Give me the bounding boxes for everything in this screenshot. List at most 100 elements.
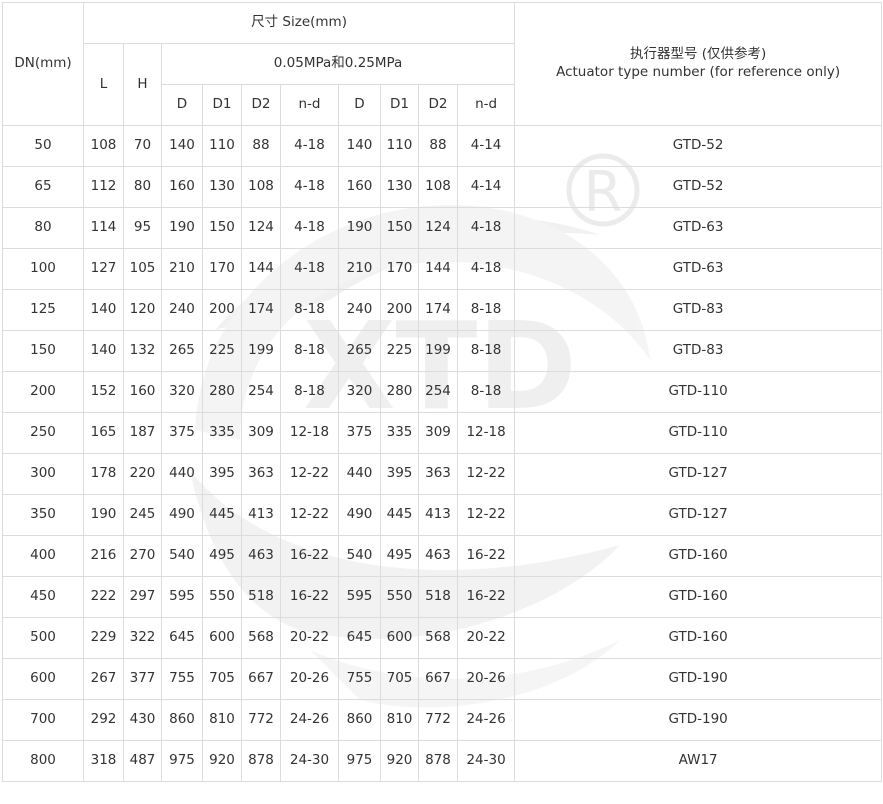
cell-d1: 130 <box>380 166 419 208</box>
cell-dn: 250 <box>2 412 84 454</box>
cell-h: 297 <box>123 576 162 618</box>
cell-l: 152 <box>83 371 124 413</box>
table-row: 500 229 322 645 600 568 20-22 645 600 568 20-22 GTD… <box>2 617 883 659</box>
table-row: 100 127 105 210 170 144 4-18 210 170 144 4-18 GTD-6… <box>2 248 883 290</box>
cell-n-d: 4-18 <box>280 125 339 167</box>
table-row: 250 165 187 375 335 309 12-18 375 335 309 12-18 GTD… <box>2 412 883 454</box>
cell-d2: 878 <box>241 740 281 782</box>
cell-actuator: GTD-127 <box>514 453 883 495</box>
cell-d: 755 <box>338 658 381 700</box>
cell-d1: 280 <box>380 371 419 413</box>
cell-dn: 700 <box>2 699 84 741</box>
cell-l: 216 <box>83 535 124 577</box>
cell-d: 440 <box>161 453 203 495</box>
table-row: 350 190 245 490 445 413 12-22 490 445 413 12-22 GTD… <box>2 494 883 536</box>
cell-l: 140 <box>83 330 124 372</box>
cell-d: 375 <box>161 412 203 454</box>
cell-d1: 335 <box>202 412 242 454</box>
cell-n-d: 4-18 <box>456 248 516 290</box>
cell-d2: 144 <box>241 248 281 290</box>
cell-n-d: 24-26 <box>280 699 339 741</box>
cell-h: 80 <box>123 166 162 208</box>
cell-d: 265 <box>338 330 381 372</box>
cell-n-d: 8-18 <box>456 330 516 372</box>
cell-n-d: 8-18 <box>456 371 516 413</box>
cell-actuator: GTD-52 <box>514 125 883 167</box>
cell-d: 265 <box>161 330 203 372</box>
cell-n-d: 16-22 <box>456 576 516 618</box>
table-row: 125 140 120 240 200 174 8-18 240 200 174 8-18 GTD-8… <box>2 289 883 331</box>
cell-d2: 254 <box>241 371 281 413</box>
cell-h: 487 <box>123 740 162 782</box>
subheader-n-d: n-d <box>280 84 339 126</box>
cell-d2: 772 <box>418 699 458 741</box>
cell-d: 540 <box>338 535 381 577</box>
cell-l: 222 <box>83 576 124 618</box>
cell-h: 70 <box>123 125 162 167</box>
cell-n-d: 20-22 <box>280 617 339 659</box>
cell-d2: 254 <box>418 371 458 413</box>
cell-d: 595 <box>338 576 381 618</box>
subheader-d: D <box>338 84 381 126</box>
cell-actuator: GTD-52 <box>514 166 883 208</box>
cell-n-d: 16-22 <box>280 576 339 618</box>
table-row: 50 108 70 140 110 88 4-18 140 110 88 4-14 GTD-52 <box>2 125 883 167</box>
cell-actuator: GTD-83 <box>514 289 883 331</box>
cell-d: 210 <box>338 248 381 290</box>
cell-d1: 200 <box>202 289 242 331</box>
cell-h: 270 <box>123 535 162 577</box>
cell-d2: 363 <box>241 453 281 495</box>
cell-dn: 150 <box>2 330 84 372</box>
cell-d1: 705 <box>202 658 242 700</box>
cell-d: 440 <box>338 453 381 495</box>
cell-n-d: 20-26 <box>456 658 516 700</box>
cell-actuator: AW17 <box>514 740 883 782</box>
cell-d2: 878 <box>418 740 458 782</box>
cell-n-d: 4-18 <box>456 207 516 249</box>
cell-d: 240 <box>161 289 203 331</box>
cell-dn: 300 <box>2 453 84 495</box>
cell-d: 490 <box>338 494 381 536</box>
cell-d2: 309 <box>418 412 458 454</box>
cell-d1: 225 <box>202 330 242 372</box>
table-row: 450 222 297 595 550 518 16-22 595 550 518 16-22 GTD… <box>2 576 883 618</box>
cell-d2: 413 <box>241 494 281 536</box>
cell-d1: 445 <box>202 494 242 536</box>
cell-d1: 110 <box>380 125 419 167</box>
cell-l: 229 <box>83 617 124 659</box>
cell-n-d: 12-18 <box>456 412 516 454</box>
cell-d: 190 <box>161 207 203 249</box>
cell-n-d: 8-18 <box>280 330 339 372</box>
cell-d2: 309 <box>241 412 281 454</box>
cell-dn: 800 <box>2 740 84 782</box>
cell-actuator: GTD-110 <box>514 371 883 413</box>
actuator-header: 执行器型号 (仅供参考) Actuator type number (for r… <box>514 2 883 126</box>
cell-d2: 124 <box>418 207 458 249</box>
cell-d2: 518 <box>241 576 281 618</box>
cell-dn: 65 <box>2 166 84 208</box>
cell-d: 860 <box>338 699 381 741</box>
cell-d1: 550 <box>380 576 419 618</box>
cell-n-d: 12-22 <box>456 494 516 536</box>
h-header: H <box>123 43 162 126</box>
cell-d1: 110 <box>202 125 242 167</box>
cell-d: 490 <box>161 494 203 536</box>
cell-d1: 810 <box>380 699 419 741</box>
cell-d2: 144 <box>418 248 458 290</box>
cell-d2: 568 <box>241 617 281 659</box>
cell-dn: 450 <box>2 576 84 618</box>
cell-d2: 667 <box>241 658 281 700</box>
cell-d2: 124 <box>241 207 281 249</box>
cell-l: 127 <box>83 248 124 290</box>
cell-d: 595 <box>161 576 203 618</box>
cell-l: 140 <box>83 289 124 331</box>
subheader-d1: D1 <box>380 84 419 126</box>
cell-d2: 518 <box>418 576 458 618</box>
cell-actuator: GTD-160 <box>514 617 883 659</box>
subheader-d: D <box>161 84 203 126</box>
cell-n-d: 16-22 <box>280 535 339 577</box>
cell-n-d: 24-26 <box>456 699 516 741</box>
cell-d1: 920 <box>202 740 242 782</box>
cell-h: 430 <box>123 699 162 741</box>
cell-d1: 170 <box>202 248 242 290</box>
